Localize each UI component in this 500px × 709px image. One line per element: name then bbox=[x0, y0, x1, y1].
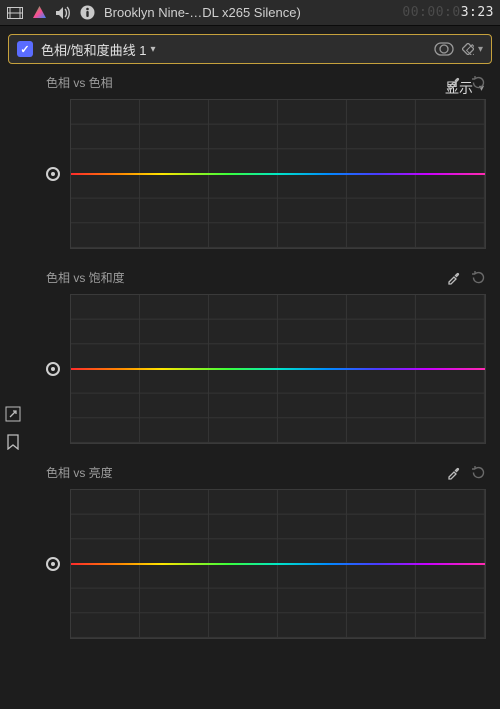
panel-title: 色相 vs 饱和度 bbox=[46, 269, 125, 286]
hue-spectrum-line bbox=[71, 563, 485, 565]
clip-title: Brooklyn Nine-…DL x265 Silence) bbox=[100, 5, 400, 20]
panel-hue-vs-luma: 色相 vs 亮度 bbox=[40, 462, 486, 639]
expand-icon[interactable] bbox=[5, 406, 21, 422]
effect-bar[interactable]: ✓ 色相/饱和度曲线 1 ▾ ▾ bbox=[8, 34, 492, 64]
panel-title: 色相 vs 亮度 bbox=[46, 464, 113, 481]
curve-grid[interactable] bbox=[70, 294, 486, 444]
timecode: 00:00:03:23 bbox=[402, 5, 494, 20]
reset-icon[interactable] bbox=[471, 465, 486, 480]
panel-select-radio[interactable] bbox=[46, 167, 60, 181]
chevron-down-icon: ▾ bbox=[150, 44, 155, 55]
left-tool-rail bbox=[0, 406, 26, 450]
curve-grid[interactable] bbox=[70, 99, 486, 249]
audio-inspector-icon[interactable] bbox=[52, 0, 74, 26]
timecode-dim: 00:00:0 bbox=[402, 5, 460, 20]
hue-spectrum-line bbox=[71, 173, 485, 175]
video-inspector-icon[interactable] bbox=[4, 0, 26, 26]
eyedropper-icon[interactable] bbox=[446, 465, 461, 480]
panel-hue-vs-hue: 色相 vs 色相 bbox=[40, 72, 486, 249]
curve-panels: 色相 vs 色相 色相 vs 饱和度 bbox=[26, 64, 500, 709]
timecode-active: 3:23 bbox=[461, 5, 494, 20]
hue-spectrum-line bbox=[71, 368, 485, 370]
panel-title: 色相 vs 色相 bbox=[46, 74, 113, 91]
reset-icon[interactable] bbox=[471, 75, 486, 90]
curve-grid[interactable] bbox=[70, 489, 486, 639]
effect-name-label: 色相/饱和度曲线 1 bbox=[41, 40, 146, 59]
panel-select-radio[interactable] bbox=[46, 362, 60, 376]
inspector-header: Brooklyn Nine-…DL x265 Silence) 00:00:03… bbox=[0, 0, 500, 26]
chevron-down-icon: ▾ bbox=[478, 44, 483, 55]
panel-select-radio[interactable] bbox=[46, 557, 60, 571]
effect-name-dropdown[interactable]: 色相/饱和度曲线 1 ▾ bbox=[41, 40, 426, 59]
color-inspector-icon[interactable] bbox=[28, 0, 50, 26]
keyframe-menu[interactable]: ▾ bbox=[462, 43, 483, 55]
mask-icon[interactable] bbox=[434, 42, 454, 56]
eyedropper-icon[interactable] bbox=[446, 270, 461, 285]
bookmark-icon[interactable] bbox=[6, 434, 20, 450]
effect-enabled-checkbox[interactable]: ✓ bbox=[17, 41, 33, 57]
eyedropper-icon[interactable] bbox=[446, 75, 461, 90]
panel-hue-vs-saturation: 色相 vs 饱和度 bbox=[40, 267, 486, 444]
reset-icon[interactable] bbox=[471, 270, 486, 285]
info-inspector-icon[interactable] bbox=[76, 0, 98, 26]
